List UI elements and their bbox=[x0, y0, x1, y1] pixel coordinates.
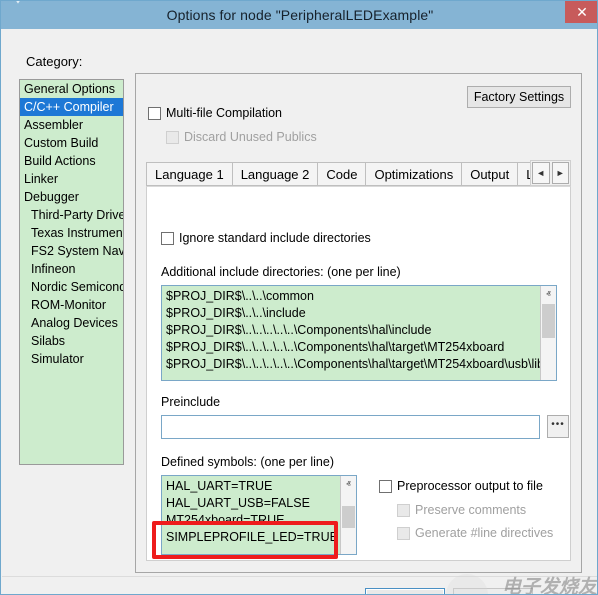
tab-strip: Language 1 Language 2 Code Optimizations Out… bbox=[146, 162, 571, 187]
category-item[interactable]: Debugger bbox=[20, 188, 123, 206]
compiler-settings-panel: Factory Settings Multi-file Compilation … bbox=[135, 73, 582, 573]
ok-button[interactable]: OK bbox=[365, 588, 445, 595]
category-item[interactable]: C/C++ Compiler bbox=[20, 98, 123, 116]
additional-includes-list[interactable]: $PROJ_DIR$\..\..\common $PROJ_DIR$\..\..\… bbox=[161, 285, 557, 381]
checkbox-box bbox=[166, 131, 179, 144]
category-item[interactable]: ROM-Monitor bbox=[20, 296, 123, 314]
category-item[interactable]: Third-Party Driver bbox=[20, 206, 123, 224]
tab-output[interactable]: Output bbox=[461, 162, 517, 186]
discard-unused-publics-label: Discard Unused Publics bbox=[184, 130, 317, 144]
scroll-up-icon[interactable]: ⱏ bbox=[541, 286, 556, 302]
checkbox-box bbox=[379, 480, 392, 493]
discard-unused-publics-checkbox: Discard Unused Publics bbox=[166, 130, 317, 144]
multi-file-compilation-label: Multi-file Compilation bbox=[166, 106, 282, 120]
preinclude-label: Preinclude bbox=[161, 395, 220, 409]
scroll-up-icon[interactable]: ⱏ bbox=[341, 476, 356, 492]
include-path-line[interactable]: $PROJ_DIR$\..\..\include bbox=[166, 305, 544, 322]
generate-line-directives-checkbox: Generate #line directives bbox=[397, 526, 553, 540]
checkbox-box bbox=[397, 527, 410, 540]
category-item[interactable]: Silabs bbox=[20, 332, 123, 350]
include-path-line[interactable]: $PROJ_DIR$\..\..\..\..\..\Components\hal… bbox=[166, 339, 544, 356]
category-label: Category: bbox=[26, 54, 82, 69]
category-item[interactable]: Build Actions bbox=[20, 152, 123, 170]
defined-symbols-label: Defined symbols: (one per line) bbox=[161, 455, 334, 469]
tab-scroll-left-icon[interactable]: ◄ bbox=[532, 162, 550, 184]
defined-symbol-line[interactable]: SIMPLEPROFILE_LED=TRUE bbox=[166, 529, 338, 546]
checkbox-box bbox=[148, 107, 161, 120]
defined-symbols-list[interactable]: HAL_UART=TRUE HAL_UART_USB=FALSE MT254xboa… bbox=[161, 475, 357, 555]
preprocessor-output-to-file-checkbox[interactable]: Preprocessor output to file bbox=[379, 479, 543, 493]
factory-settings-button[interactable]: Factory Settings bbox=[467, 86, 571, 108]
window-title: Options for node "PeripheralLEDExample" bbox=[1, 1, 598, 29]
category-item[interactable]: Texas Instruments bbox=[20, 224, 123, 242]
category-item[interactable]: Simulator bbox=[20, 350, 123, 368]
defined-symbol-line[interactable]: HAL_UART_USB=FALSE bbox=[166, 495, 338, 512]
tab-code[interactable]: Code bbox=[317, 162, 365, 186]
category-item[interactable]: FS2 System Navigator bbox=[20, 242, 123, 260]
preinclude-input[interactable] bbox=[161, 415, 540, 439]
additional-includes-label: Additional include directories: (one per… bbox=[161, 265, 401, 279]
category-item[interactable]: Analog Devices bbox=[20, 314, 123, 332]
scrollbar-thumb[interactable] bbox=[342, 506, 355, 528]
preinclude-browse-button[interactable]: ••• bbox=[547, 415, 569, 438]
defined-symbol-line[interactable]: HAL_UART=TRUE bbox=[166, 478, 338, 495]
category-item[interactable]: General Options bbox=[20, 80, 123, 98]
category-item[interactable]: Nordic Semiconductor bbox=[20, 278, 123, 296]
include-path-line[interactable]: $PROJ_DIR$\..\..\common bbox=[166, 288, 544, 305]
dialog-body: Category: General Options C/C++ Compiler A… bbox=[2, 29, 598, 594]
footer-divider bbox=[2, 576, 598, 577]
options-dialog: Options for node "PeripheralLEDExample" … bbox=[0, 0, 598, 595]
defined-symbols-scrollbar[interactable]: ⱏ ⱟ bbox=[340, 476, 356, 554]
category-item[interactable]: Custom Build bbox=[20, 134, 123, 152]
ignore-standard-includes-label: Ignore standard include directories bbox=[179, 231, 371, 245]
tab-list: Language 1 Language 2 Code Optimizations Out… bbox=[146, 162, 555, 186]
include-path-line[interactable]: $PROJ_DIR$\..\..\..\..\..\Components\hal… bbox=[166, 322, 544, 339]
tab-language-1[interactable]: Language 1 bbox=[146, 162, 232, 186]
generate-line-directives-label: Generate #line directives bbox=[415, 526, 553, 540]
cancel-button[interactable]: Cancel bbox=[453, 588, 533, 595]
checkbox-box bbox=[161, 232, 174, 245]
preserve-comments-checkbox: Preserve comments bbox=[397, 503, 526, 517]
category-item[interactable]: Linker bbox=[20, 170, 123, 188]
multi-file-compilation-checkbox[interactable]: Multi-file Compilation bbox=[148, 106, 282, 120]
additional-includes-scrollbar[interactable]: ⱏ ⱟ bbox=[540, 286, 556, 380]
preprocessor-output-to-file-label: Preprocessor output to file bbox=[397, 479, 543, 493]
include-path-line[interactable]: $PROJ_DIR$\..\..\..\..\..\Components\hal… bbox=[166, 356, 544, 373]
tab-scroll-buttons[interactable]: ◄ ► bbox=[530, 160, 571, 186]
preserve-comments-label: Preserve comments bbox=[415, 503, 526, 517]
category-item[interactable]: Assembler bbox=[20, 116, 123, 134]
tab-page-preprocessor: Ignore standard include directories Addi… bbox=[146, 186, 571, 561]
scroll-down-icon[interactable]: ⱟ bbox=[541, 364, 556, 380]
tab-scroll-right-icon[interactable]: ► bbox=[552, 162, 570, 184]
ignore-standard-includes-checkbox[interactable]: Ignore standard include directories bbox=[161, 231, 371, 245]
category-item[interactable]: Infineon bbox=[20, 260, 123, 278]
checkbox-box bbox=[397, 504, 410, 517]
titlebar: Options for node "PeripheralLEDExample" … bbox=[1, 1, 598, 29]
tab-language-2[interactable]: Language 2 bbox=[232, 162, 318, 186]
defined-symbol-line[interactable]: MT254xboard=TRUE bbox=[166, 512, 338, 529]
category-list[interactable]: General Options C/C++ Compiler Assembler Cu… bbox=[19, 79, 124, 465]
scroll-down-icon[interactable]: ⱟ bbox=[341, 538, 356, 554]
close-icon[interactable]: ✕ bbox=[565, 1, 598, 23]
tab-optimizations[interactable]: Optimizations bbox=[365, 162, 461, 186]
scrollbar-thumb[interactable] bbox=[542, 304, 555, 338]
